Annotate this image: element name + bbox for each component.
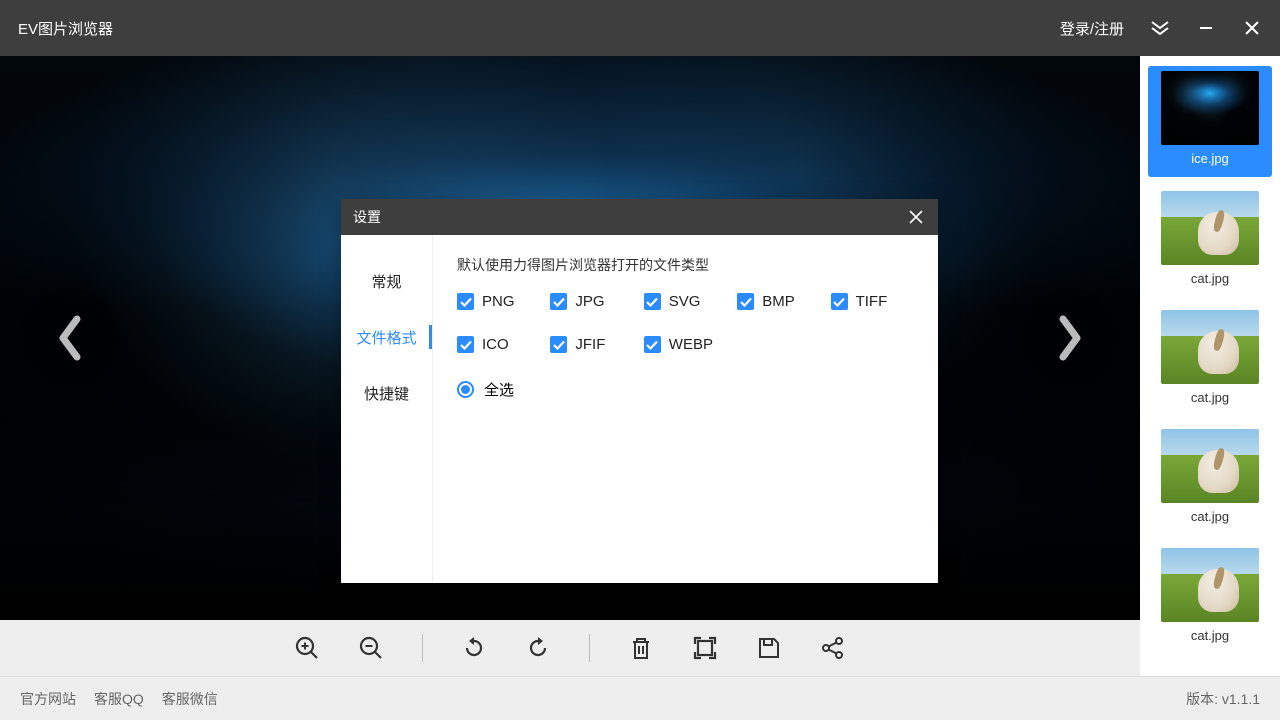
thumbnail-sidebar[interactable]: ice.jpg cat.jpg cat.jpg cat.jpg cat.jpg: [1140, 56, 1280, 676]
checkbox-icon[interactable]: [737, 293, 754, 310]
footer-link[interactable]: 客服QQ: [94, 689, 144, 709]
fullscreen-button[interactable]: [692, 635, 718, 661]
format-option[interactable]: PNG: [457, 293, 540, 310]
thumbnail-name: cat.jpg: [1187, 384, 1233, 411]
main-image: 设置 常规文件格式快捷键 默认使用力得图片浏览器打开的文件类型 PNG JPG SV…: [0, 56, 1140, 620]
format-option[interactable]: JFIF: [550, 336, 633, 353]
share-button[interactable]: [820, 635, 846, 661]
rotate-right-button[interactable]: [525, 635, 551, 661]
format-label: TIFF: [856, 293, 888, 310]
separator: [589, 634, 590, 662]
format-label: WEBP: [669, 336, 713, 353]
thumbnail-name: cat.jpg: [1187, 622, 1233, 649]
settings-title: 设置: [353, 207, 906, 227]
format-option[interactable]: SVG: [644, 293, 727, 310]
settings-tab[interactable]: 常规: [341, 253, 432, 309]
format-label: JPG: [575, 293, 604, 310]
checkbox-icon[interactable]: [644, 293, 661, 310]
prev-button[interactable]: [20, 288, 120, 388]
footer: 官方网站客服QQ 客服微信 版本: v1.1.1: [0, 676, 1280, 720]
checkbox-icon[interactable]: [457, 336, 474, 353]
titlebar: EV图片浏览器 登录/注册: [0, 0, 1280, 56]
next-button[interactable]: [1020, 288, 1120, 388]
dropdown-icon[interactable]: [1150, 18, 1170, 38]
settings-description: 默认使用力得图片浏览器打开的文件类型: [457, 255, 914, 275]
settings-tab[interactable]: 快捷键: [341, 365, 432, 421]
settings-close-button[interactable]: [906, 207, 926, 227]
format-label: PNG: [482, 293, 515, 310]
format-option[interactable]: JPG: [550, 293, 633, 310]
checkbox-icon[interactable]: [550, 293, 567, 310]
toolbar: [0, 620, 1140, 676]
zoom-out-button[interactable]: [358, 635, 384, 661]
select-all-radio[interactable]: [457, 381, 474, 398]
checkbox-icon[interactable]: [644, 336, 661, 353]
settings-tab[interactable]: 文件格式: [341, 309, 432, 365]
format-label: SVG: [669, 293, 701, 310]
checkbox-icon[interactable]: [457, 293, 474, 310]
save-button[interactable]: [756, 635, 782, 661]
minimize-button[interactable]: [1196, 18, 1216, 38]
close-button[interactable]: [1242, 18, 1262, 38]
separator: [422, 634, 423, 662]
footer-link[interactable]: 客服微信: [162, 689, 218, 709]
select-all-label: 全选: [484, 379, 514, 400]
settings-dialog: 设置 常规文件格式快捷键 默认使用力得图片浏览器打开的文件类型 PNG JPG SV…: [341, 199, 938, 583]
checkbox-icon[interactable]: [550, 336, 567, 353]
rotate-left-button[interactable]: [461, 635, 487, 661]
thumbnail-name: cat.jpg: [1187, 265, 1233, 292]
settings-tabs: 常规文件格式快捷键: [341, 235, 433, 583]
format-option[interactable]: ICO: [457, 336, 540, 353]
thumbnail-item[interactable]: cat.jpg: [1148, 544, 1272, 653]
login-link[interactable]: 登录/注册: [1060, 18, 1124, 39]
app-title: EV图片浏览器: [18, 18, 1060, 39]
format-option[interactable]: BMP: [737, 293, 820, 310]
format-label: JFIF: [575, 336, 605, 353]
thumbnail-item[interactable]: cat.jpg: [1148, 425, 1272, 534]
thumbnail-name: ice.jpg: [1187, 145, 1233, 172]
format-label: BMP: [762, 293, 795, 310]
footer-link[interactable]: 官方网站: [20, 689, 76, 709]
version-label: 版本: v1.1.1: [1186, 689, 1260, 709]
format-option[interactable]: WEBP: [644, 336, 727, 353]
delete-button[interactable]: [628, 635, 654, 661]
thumbnail-item[interactable]: ice.jpg: [1148, 66, 1272, 177]
thumbnail-item[interactable]: cat.jpg: [1148, 187, 1272, 296]
thumbnail-item[interactable]: cat.jpg: [1148, 306, 1272, 415]
zoom-in-button[interactable]: [294, 635, 320, 661]
thumbnail-name: cat.jpg: [1187, 503, 1233, 530]
format-label: ICO: [482, 336, 509, 353]
checkbox-icon[interactable]: [831, 293, 848, 310]
format-option[interactable]: TIFF: [831, 293, 914, 310]
